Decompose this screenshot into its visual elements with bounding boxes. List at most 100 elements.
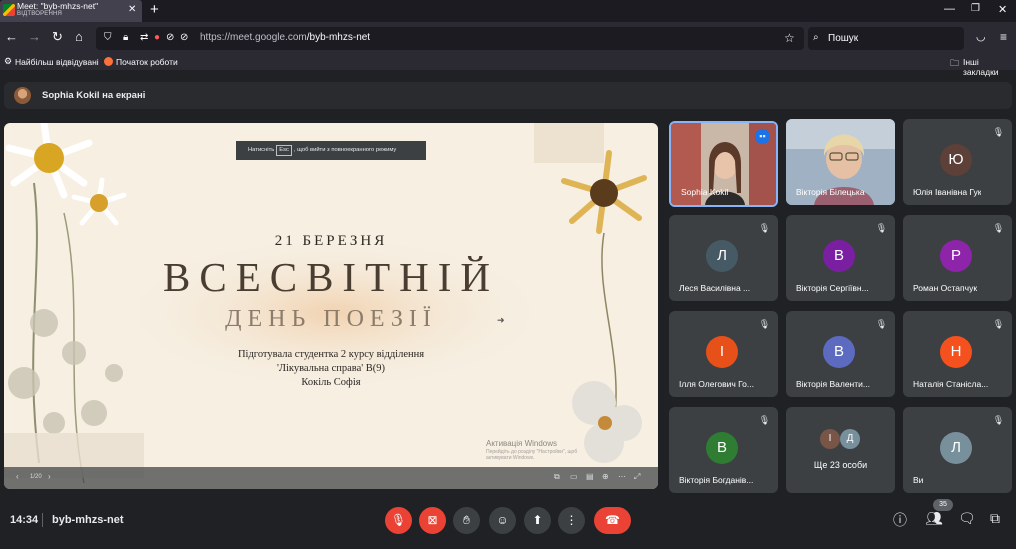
minimize-icon[interactable]: — bbox=[944, 3, 955, 15]
meeting-code: byb-mhzs-net bbox=[52, 514, 124, 526]
slide-author-line1: Підготувала студентка 2 курсу відділення bbox=[237, 349, 425, 360]
people-icon[interactable]: 👥︎ bbox=[925, 510, 943, 527]
meet-favicon-icon bbox=[3, 4, 15, 16]
captions-icon[interactable]: ⧉ bbox=[554, 472, 560, 482]
folder-icon: 🗀 bbox=[950, 58, 960, 68]
participant-tile[interactable]: 🎙︎ І Ілля Олегович Го... bbox=[669, 311, 778, 397]
bookmark-getting-started[interactable]: Початок роботи bbox=[116, 57, 178, 67]
mic-toggle-button[interactable]: 🎙︎ bbox=[385, 507, 412, 534]
autoplay-blocked-icon[interactable]: ⊘ bbox=[180, 30, 188, 46]
participant-tile[interactable]: 🎙︎ Л Леся Василівна ... bbox=[669, 215, 778, 301]
layout-icon[interactable]: ▭ bbox=[570, 472, 578, 481]
home-icon[interactable]: ⌂ bbox=[75, 29, 83, 45]
participant-name: Наталія Станісла... bbox=[913, 379, 989, 389]
hand-icon: ✋︎ bbox=[463, 513, 470, 527]
back-icon[interactable]: ← bbox=[5, 29, 18, 45]
restore-icon[interactable]: ❐ bbox=[971, 3, 980, 14]
avatar: В bbox=[706, 432, 738, 464]
close-window-icon[interactable]: ✕ bbox=[998, 3, 1007, 16]
camera-off-icon: ⊠ bbox=[427, 513, 438, 527]
fullscreen-icon[interactable]: ⤢ bbox=[634, 472, 640, 482]
participant-tile[interactable]: 🎙︎ Ю Юлія Іванівна Гук bbox=[903, 119, 1012, 205]
reactions-button[interactable]: ☺ bbox=[489, 507, 516, 534]
chat-icon[interactable]: 🗨︎ bbox=[958, 510, 976, 527]
more-participants-tile[interactable]: І Д Ще 23 особи bbox=[786, 407, 895, 493]
prev-slide-icon[interactable]: ‹ bbox=[16, 472, 19, 481]
camera-blocked-icon[interactable]: ⊘ bbox=[166, 30, 174, 46]
bookmark-other[interactable]: Інші закладки bbox=[963, 57, 1016, 77]
participant-tile-sophia[interactable]: ▪▪ Sophia Kokil bbox=[669, 121, 778, 207]
present-screen-icon: ⬆ bbox=[532, 513, 543, 527]
menu-icon[interactable]: ≡ bbox=[1000, 29, 1007, 45]
present-button[interactable]: ⬆ bbox=[524, 507, 551, 534]
forward-icon[interactable]: → bbox=[28, 29, 41, 45]
new-tab-button[interactable]: + bbox=[150, 1, 159, 18]
search-placeholder: Пошук bbox=[828, 33, 859, 44]
tab-subtitle: ВІДТВОРЕННЯ bbox=[17, 11, 63, 17]
pocket-icon[interactable]: ◡ bbox=[976, 29, 986, 45]
microphone-sharing-icon[interactable]: ● bbox=[154, 30, 160, 46]
bookmarks-bar: ⚙ Найбільш відвідувані Початок роботи 🗀 … bbox=[0, 54, 1016, 77]
fullscreen-hint-before: Натисніть bbox=[248, 147, 275, 153]
participant-tile-viktoriia-biletska[interactable]: Вікторія Білецька bbox=[786, 119, 895, 205]
mic-off-icon: 🎙︎ bbox=[758, 319, 771, 329]
esc-key: Esc bbox=[276, 145, 292, 156]
address-bar[interactable]: ⛉ 🔒︎ ⇄ ● ⊘ ⊘ https://meet.google.com/byb… bbox=[96, 27, 804, 50]
activities-icon[interactable]: ⧉ bbox=[990, 510, 1000, 527]
presenter-avatar bbox=[14, 87, 31, 104]
raise-hand-button[interactable]: ✋︎ bbox=[453, 507, 480, 534]
more-vert-icon: ⋮ bbox=[565, 513, 578, 527]
tab-bar: Meet: "byb-mhzs-net" ВІДТВОРЕННЯ ✕ + — ❐… bbox=[0, 0, 1016, 22]
avatar: Ю bbox=[940, 144, 972, 176]
leave-call-button[interactable]: ☎ bbox=[594, 507, 631, 534]
reload-icon[interactable]: ↻ bbox=[52, 29, 63, 45]
browser-tab-meet[interactable]: Meet: "byb-mhzs-net" ВІДТВОРЕННЯ ✕ bbox=[0, 0, 142, 22]
avatar: Д bbox=[840, 429, 860, 449]
mic-off-icon: 🎙︎ bbox=[758, 223, 771, 233]
slide-author-line2: 'Лікувальна справа' В(9) bbox=[276, 363, 386, 374]
lock-icon[interactable]: 🔒︎ bbox=[123, 30, 128, 46]
presentation-stage[interactable]: Натисніть Esc, щоб вийти з повноекранного… bbox=[4, 123, 658, 489]
mic-off-icon: 🎙︎ bbox=[758, 415, 771, 425]
bookmark-most-visited[interactable]: Найбільш відвідувані bbox=[15, 57, 99, 67]
mic-off-icon: 🎙︎ bbox=[992, 127, 1005, 137]
close-tab-icon[interactable]: ✕ bbox=[128, 4, 136, 15]
slide-controls: ‹ 1/20 › ⧉ ▭ ▤ ⊕ ⋯ ⤢ bbox=[4, 467, 658, 489]
avatar: В bbox=[823, 240, 855, 272]
participant-tile[interactable]: 🎙︎ В Вікторія Сергіївн... bbox=[786, 215, 895, 301]
mic-off-icon: 🎙︎ bbox=[992, 415, 1005, 425]
firefox-icon bbox=[104, 57, 113, 66]
permissions-icon[interactable]: ⇄ bbox=[140, 30, 148, 46]
presenting-text: Sophia Kokil на екрані bbox=[42, 90, 146, 101]
participant-name: Роман Остапчук bbox=[913, 283, 978, 293]
mic-off-icon: 🎙︎ bbox=[875, 319, 888, 329]
participant-name: Леся Василівна ... bbox=[679, 283, 751, 293]
more-options-button[interactable]: ⋮ bbox=[558, 507, 585, 534]
zoom-icon[interactable]: ⊕ bbox=[602, 472, 609, 481]
mic-off-icon: 🎙︎ bbox=[875, 223, 888, 233]
more-participants-label: Ще 23 особи bbox=[813, 460, 868, 470]
avatar: І bbox=[706, 336, 738, 368]
participant-name: Вікторія Білецька bbox=[796, 187, 865, 197]
participant-tile[interactable]: 🎙︎ В Вікторія Валенти... bbox=[786, 311, 895, 397]
search-box[interactable]: ⌕ Пошук bbox=[808, 27, 964, 50]
participant-tile[interactable]: 🎙︎ Н Наталія Станісла... bbox=[903, 311, 1012, 397]
more-options-icon[interactable]: ⋯ bbox=[618, 472, 626, 481]
nav-bar: ← → ↻ ⌂ ⛉ 🔒︎ ⇄ ● ⊘ ⊘ https://meet.google… bbox=[0, 22, 1016, 54]
shield-icon[interactable]: ⛉ bbox=[104, 30, 112, 46]
camera-toggle-button[interactable]: ⊠ bbox=[419, 507, 446, 534]
participant-tile[interactable]: 🎙︎ В Вікторія Богданів... bbox=[669, 407, 778, 493]
bookmark-star-icon[interactable]: ☆ bbox=[784, 30, 795, 46]
subtitles-icon[interactable]: ▤ bbox=[586, 472, 594, 481]
participant-name: Вікторія Сергіївн... bbox=[796, 283, 869, 293]
fullscreen-hint-after: , щоб вийти з повноекранного режиму bbox=[293, 147, 397, 153]
meeting-info-icon[interactable]: ⓘ bbox=[893, 510, 907, 530]
mic-off-icon: 🎙︎ bbox=[992, 223, 1005, 233]
next-slide-icon[interactable]: › bbox=[48, 472, 51, 481]
slide-page-counter: 1/20 bbox=[30, 474, 42, 480]
url-text[interactable]: https://meet.google.com/byb-mhzs-net bbox=[200, 32, 370, 43]
self-tile[interactable]: 🎙︎ Л Ви bbox=[903, 407, 1012, 493]
avatar: Р bbox=[940, 240, 972, 272]
slide-next-arrow-icon[interactable]: ➜ bbox=[497, 315, 505, 326]
participant-tile[interactable]: 🎙︎ Р Роман Остапчук bbox=[903, 215, 1012, 301]
